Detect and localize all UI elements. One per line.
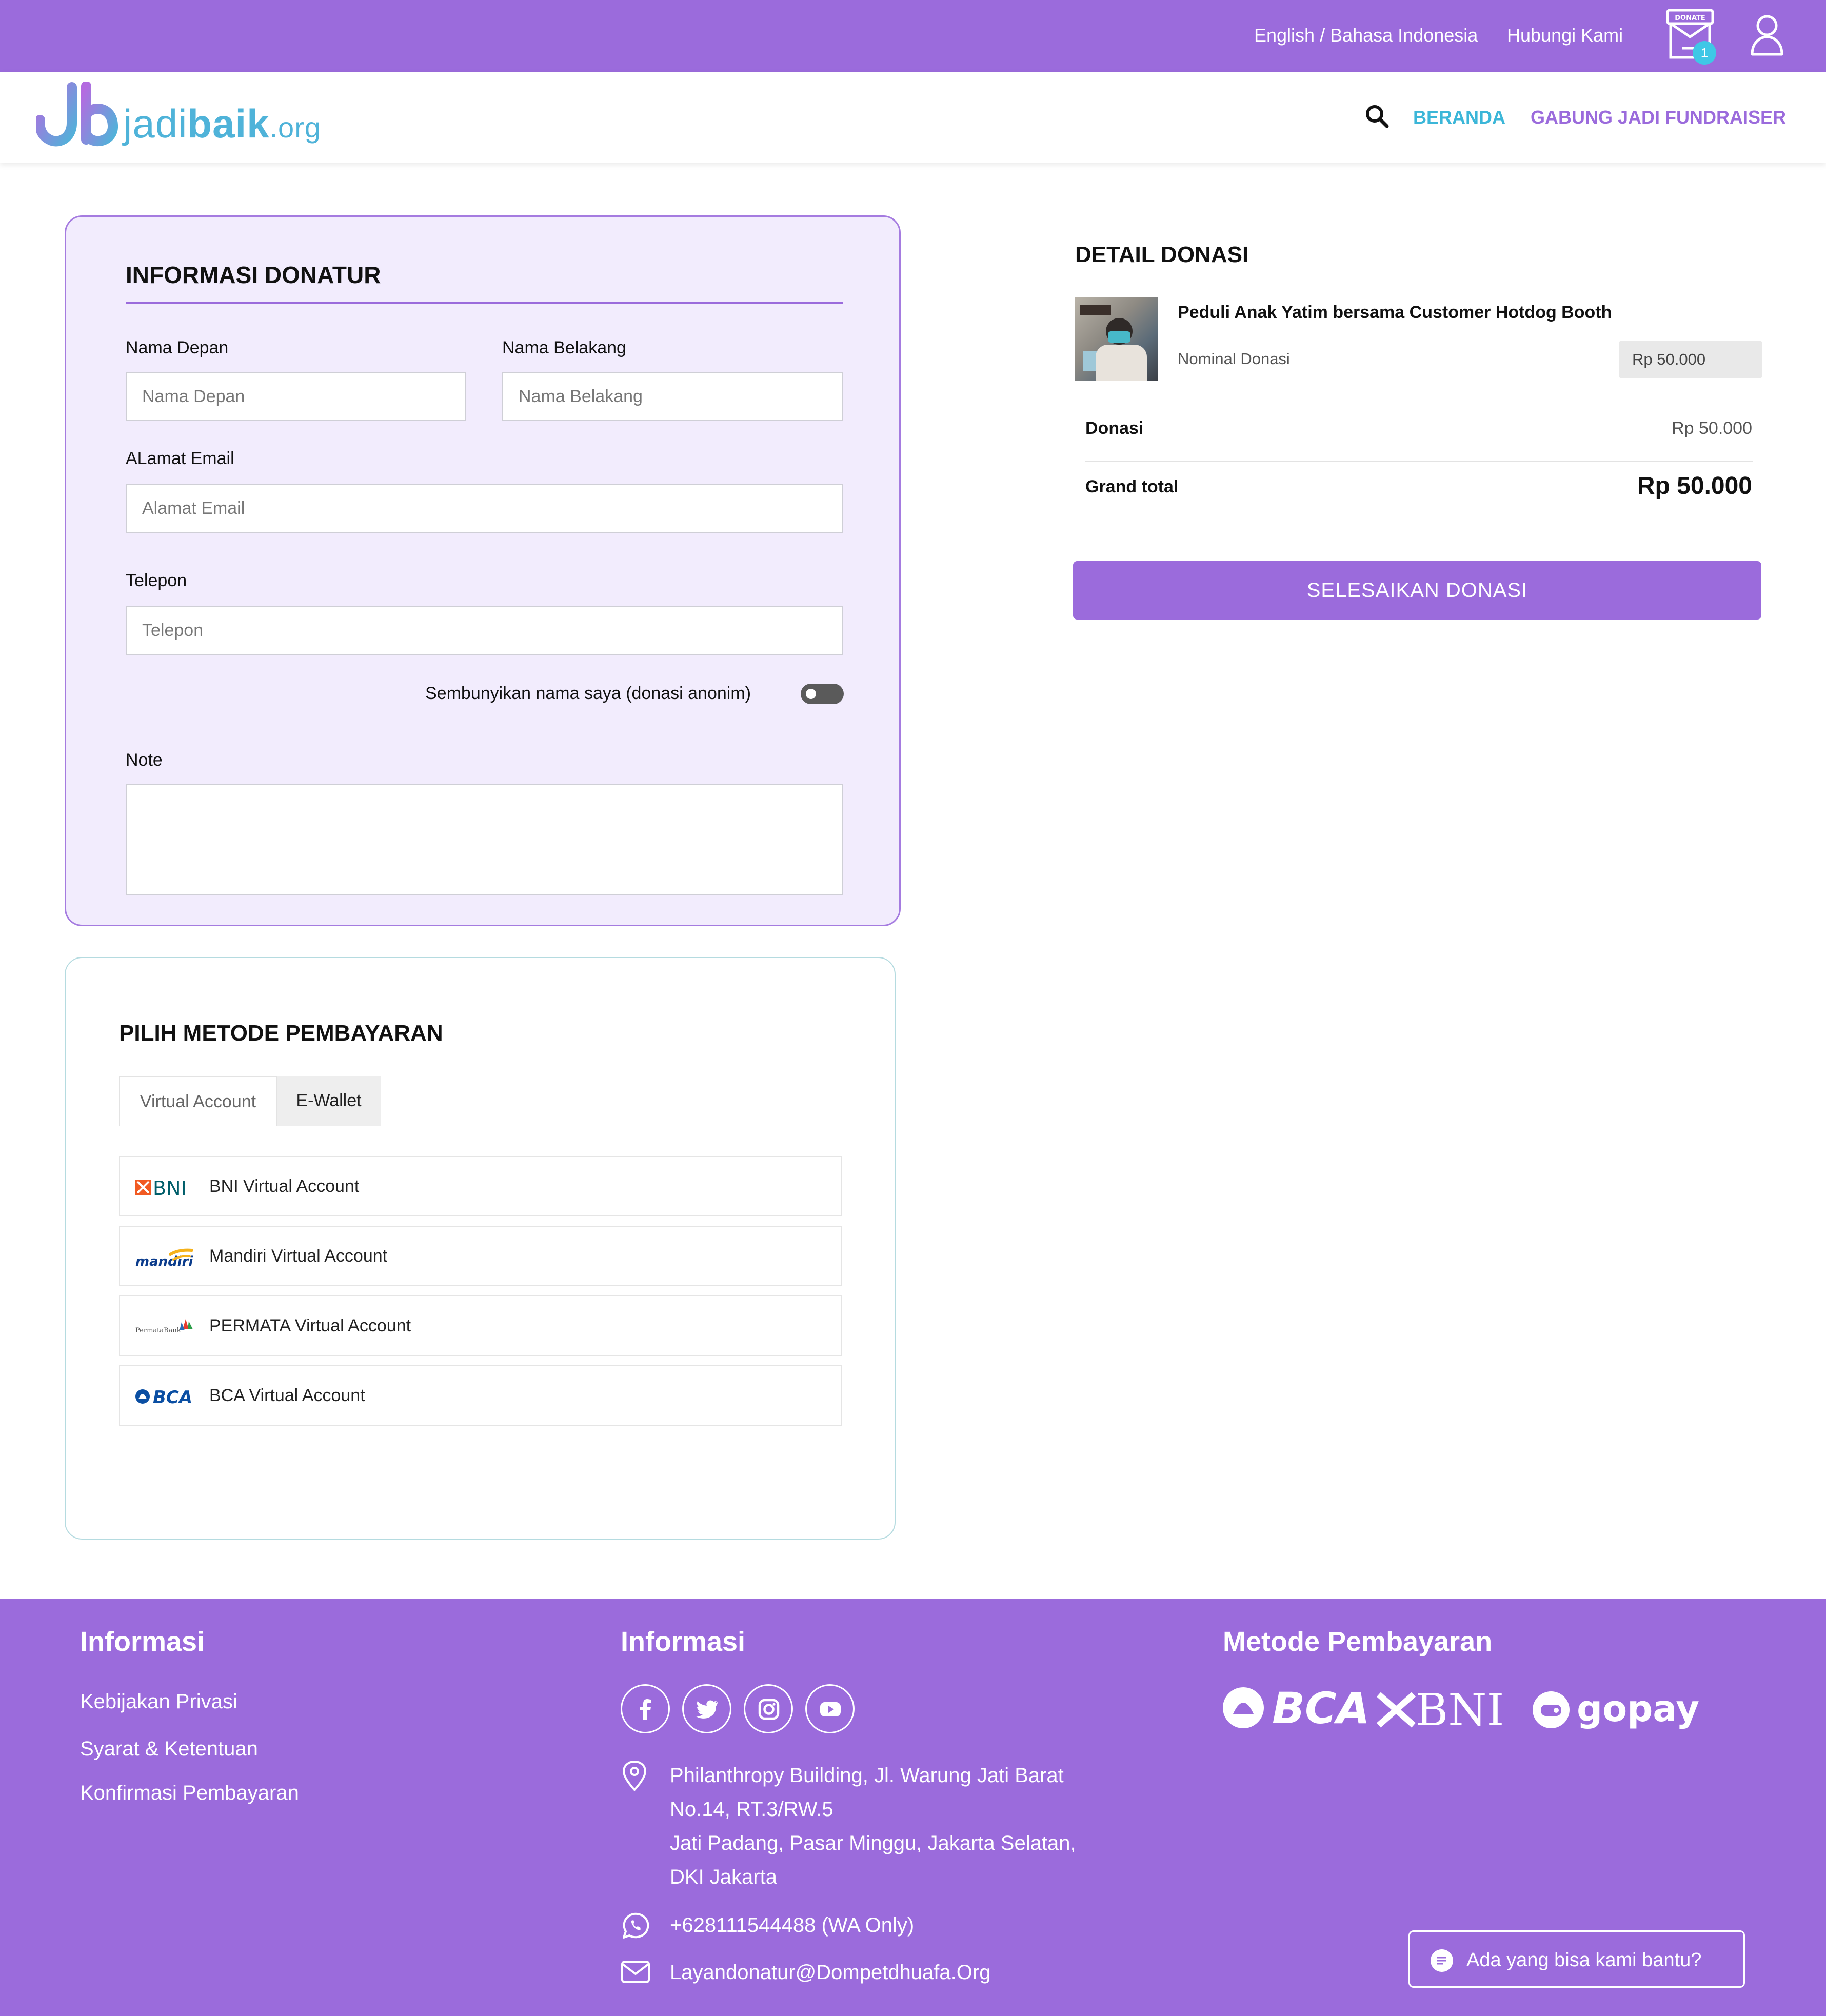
facebook-icon[interactable]: [621, 1684, 670, 1733]
pay-option-label: BNI Virtual Account: [209, 1176, 360, 1196]
anonymous-toggle[interactable]: [801, 684, 844, 704]
phone-input[interactable]: Telepon: [126, 606, 843, 655]
detail-title: DETAIL DONASI: [1075, 242, 1249, 267]
permata-logo-icon: PermataBank: [135, 1319, 193, 1334]
pay-option-label: Mandiri Virtual Account: [209, 1246, 388, 1266]
toggle-knob: [806, 689, 816, 699]
payment-title: PILIH METODE PEMBAYARAN: [119, 1021, 443, 1046]
donasi-value: Rp 50.000: [1672, 418, 1752, 438]
footer-link-privacy[interactable]: Kebijakan Privasi: [80, 1690, 237, 1713]
finish-donation-button[interactable]: SELESAIKAN DONASI: [1073, 561, 1761, 620]
logo-mark-icon: [36, 82, 118, 147]
note-textarea[interactable]: [126, 784, 843, 895]
summary-divider: [1085, 461, 1753, 462]
instagram-icon[interactable]: [744, 1684, 793, 1733]
last-name-input[interactable]: Nama Belakang: [502, 372, 843, 421]
title-divider: [126, 302, 843, 304]
top-bar: English / Bahasa Indonesia Hubungi Kami …: [0, 0, 1826, 72]
footer-link-terms[interactable]: Syarat & Ketentuan: [80, 1738, 258, 1761]
bni-logo-icon: BNI: [135, 1177, 187, 1200]
main-navbar: jadibaik.org BERANDA GABUNG JADI FUNDRAI…: [0, 72, 1826, 163]
phone-label: Telepon: [126, 571, 187, 590]
gopay-footer-logo-icon: gopay: [1533, 1688, 1699, 1730]
pay-option-mandiri[interactable]: mandiri Mandiri Virtual Account: [119, 1226, 842, 1286]
site-logo[interactable]: jadibaik.org: [36, 82, 344, 149]
bca-logo-icon: BCA: [135, 1387, 192, 1408]
footer-link-payment-confirm[interactable]: Konfirmasi Pembayaran: [80, 1782, 299, 1805]
grand-total-label: Grand total: [1085, 477, 1179, 496]
footer-email[interactable]: Layandonatur@Dompetdhuafa.Org: [670, 1961, 990, 1984]
cart-count-badge: 1: [1693, 41, 1716, 65]
location-pin-icon: [622, 1760, 647, 1791]
bni-footer-logo-text: BNI: [1416, 1685, 1504, 1733]
footer-payment-title: Metode Pembayaran: [1223, 1626, 1493, 1657]
bca-logo-text: BCA: [153, 1387, 192, 1408]
language-switcher[interactable]: English / Bahasa Indonesia: [1254, 25, 1478, 46]
nominal-label: Nominal Donasi: [1178, 350, 1290, 368]
anonymous-label: Sembunyikan nama saya (donasi anonim): [425, 684, 751, 703]
help-chat-button[interactable]: Ada yang bisa kami bantu?: [1408, 1930, 1745, 1988]
chat-icon: [1431, 1949, 1453, 1972]
campaign-title: Peduli Anak Yatim bersama Customer Hotdo…: [1178, 303, 1612, 322]
logo-wordmark: jadibaik.org: [123, 101, 321, 146]
bca-footer-logo-text: BCA: [1272, 1683, 1370, 1733]
campaign-thumbnail: [1075, 297, 1158, 381]
first-name-input[interactable]: Nama Depan: [126, 372, 466, 421]
footer-phone[interactable]: +628111544488 (WA Only): [670, 1914, 914, 1937]
address-line: Philanthropy Building, Jl. Warung Jati B…: [670, 1764, 1064, 1787]
last-name-label: Nama Belakang: [502, 338, 626, 357]
nominal-value: Rp 50.000: [1619, 341, 1762, 378]
grand-total-value: Rp 50.000: [1637, 472, 1752, 500]
pay-option-bca[interactable]: BCA BCA Virtual Account: [119, 1365, 842, 1426]
bni-logo-text: BNI: [153, 1177, 187, 1200]
site-footer: Informasi Kebijakan Privasi Syarat & Ket…: [0, 1599, 1826, 2016]
nav-fundraiser-link[interactable]: GABUNG JADI FUNDRAISER: [1531, 107, 1786, 128]
donasi-label: Donasi: [1085, 418, 1144, 438]
pay-option-permata[interactable]: PermataBank PERMATA Virtual Account: [119, 1295, 842, 1356]
bca-footer-logo-icon: BCA: [1223, 1683, 1370, 1733]
payment-method-card: PILIH METODE PEMBAYARAN Virtual Account …: [65, 957, 896, 1540]
help-chat-label: Ada yang bisa kami bantu?: [1466, 1949, 1702, 1971]
pay-option-bni[interactable]: BNI BNI Virtual Account: [119, 1156, 842, 1216]
tab-virtual-account[interactable]: Virtual Account: [119, 1076, 277, 1126]
nav-home-link[interactable]: BERANDA: [1413, 107, 1505, 128]
email-input[interactable]: Alamat Email: [126, 484, 843, 533]
donate-box-label: DONATE: [1675, 14, 1705, 22]
first-name-label: Nama Depan: [126, 338, 229, 357]
footer-info-title-2: Informasi: [621, 1626, 746, 1657]
pay-option-label: BCA Virtual Account: [209, 1386, 365, 1405]
permata-logo-text: PermataBank: [135, 1327, 181, 1334]
address-line: Jati Padang, Pasar Minggu, Jakarta Selat…: [670, 1832, 1076, 1854]
youtube-icon[interactable]: [805, 1684, 855, 1733]
bni-footer-logo-icon: BNI: [1377, 1685, 1504, 1733]
footer-info-title: Informasi: [80, 1626, 205, 1657]
user-icon[interactable]: [1749, 13, 1785, 56]
address-line: DKI Jakarta: [670, 1866, 777, 1888]
payment-logos: BCA BNI gopay: [1223, 1683, 1699, 1733]
email-label: ALamat Email: [126, 449, 234, 468]
pay-option-label: PERMATA Virtual Account: [209, 1316, 411, 1335]
gopay-footer-logo-text: gopay: [1577, 1688, 1699, 1730]
whatsapp-icon: [623, 1912, 649, 1939]
tab-e-wallet[interactable]: E-Wallet: [277, 1076, 381, 1126]
contact-link[interactable]: Hubungi Kami: [1507, 25, 1623, 46]
twitter-icon[interactable]: [682, 1684, 731, 1733]
mail-icon: [621, 1961, 650, 1983]
mandiri-logo-icon: mandiri: [135, 1248, 193, 1269]
search-icon[interactable]: [1364, 104, 1389, 128]
donor-info-card: INFORMASI DONATUR Nama Depan Nama Depan …: [65, 215, 901, 926]
address-line: No.14, RT.3/RW.5: [670, 1798, 833, 1821]
donor-info-title: INFORMASI DONATUR: [126, 262, 381, 288]
note-label: Note: [126, 750, 163, 770]
